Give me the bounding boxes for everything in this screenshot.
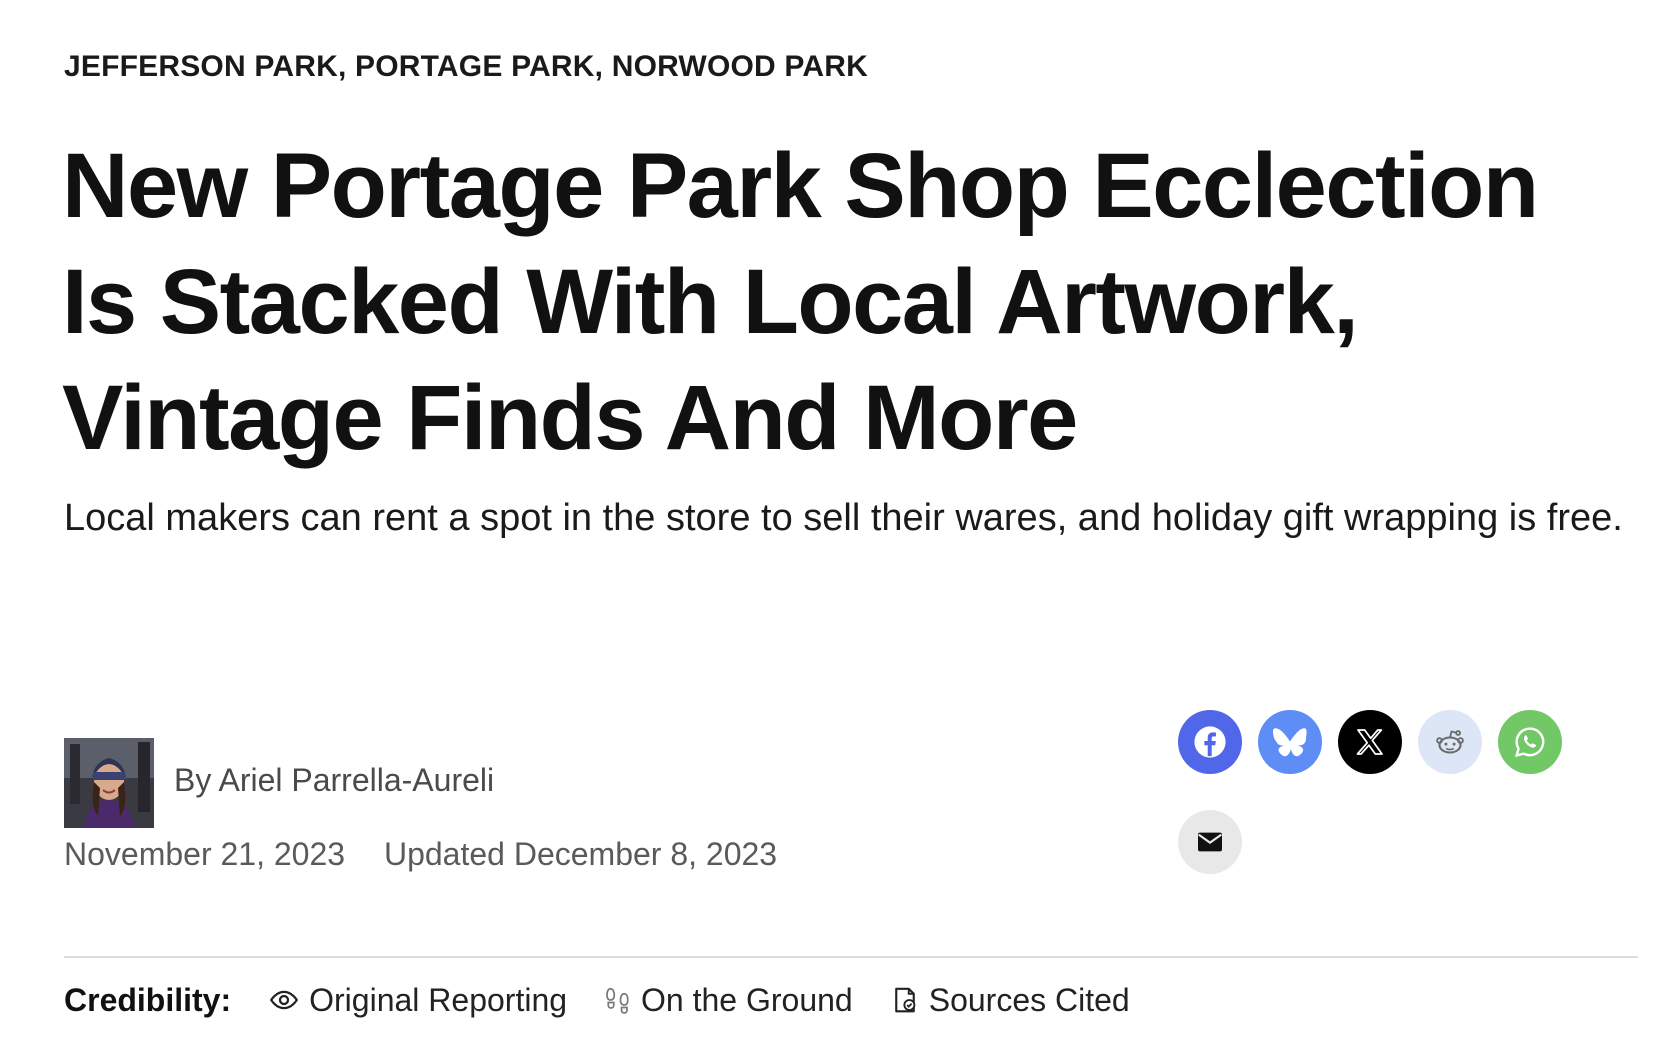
section-divider [64, 956, 1638, 958]
author-avatar[interactable] [64, 738, 154, 828]
x-icon [1356, 729, 1383, 755]
article-dek: Local makers can rent a spot in the stor… [64, 497, 1623, 539]
document-check-icon [894, 987, 916, 1013]
author-photo [64, 738, 154, 828]
credibility-original-reporting[interactable]: Original Reporting [269, 982, 567, 1019]
x-share-button[interactable] [1338, 710, 1402, 774]
envelope-icon [1198, 832, 1222, 852]
whatsapp-share-button[interactable] [1498, 710, 1562, 774]
footprints-icon [606, 987, 629, 1014]
credibility-bar: Credibility: Original Reporting On the G… [64, 978, 1168, 1022]
eye-icon [270, 990, 299, 1010]
byline: By Ariel Parrella-Aureli [174, 762, 494, 799]
email-share-button[interactable] [1178, 810, 1242, 874]
published-date: November 21, 2023 [64, 836, 346, 872]
author-name-link[interactable]: Ariel Parrella-Aureli [218, 762, 494, 798]
facebook-share-button[interactable] [1178, 710, 1242, 774]
credibility-item-label: Sources Cited [928, 981, 1130, 1018]
updated-date: Updated December 8, 2023 [383, 836, 778, 872]
credibility-item-label: On the Ground [641, 981, 853, 1018]
article-dates: November 21, 2023 Updated December 8, 20… [64, 836, 777, 873]
bluesky-share-button[interactable] [1258, 710, 1322, 774]
whatsapp-icon [1514, 727, 1545, 758]
article-headline: New Portage Park Shop Ecclection Is Stac… [62, 135, 1539, 469]
credibility-label: Credibility: [64, 981, 232, 1018]
credibility-item-label: Original Reporting [309, 981, 568, 1018]
reddit-share-button[interactable] [1418, 710, 1482, 774]
facebook-icon [1194, 726, 1226, 758]
reddit-icon [1436, 730, 1464, 754]
credibility-sources-cited[interactable]: Sources Cited [891, 982, 1130, 1019]
credibility-on-the-ground[interactable]: On the Ground [605, 982, 853, 1019]
butterfly-icon [1273, 728, 1307, 757]
byline-prefix: By [174, 762, 212, 798]
section-kicker-link[interactable]: JEFFERSON PARK, PORTAGE PARK, NORWOOD PA… [64, 50, 868, 84]
